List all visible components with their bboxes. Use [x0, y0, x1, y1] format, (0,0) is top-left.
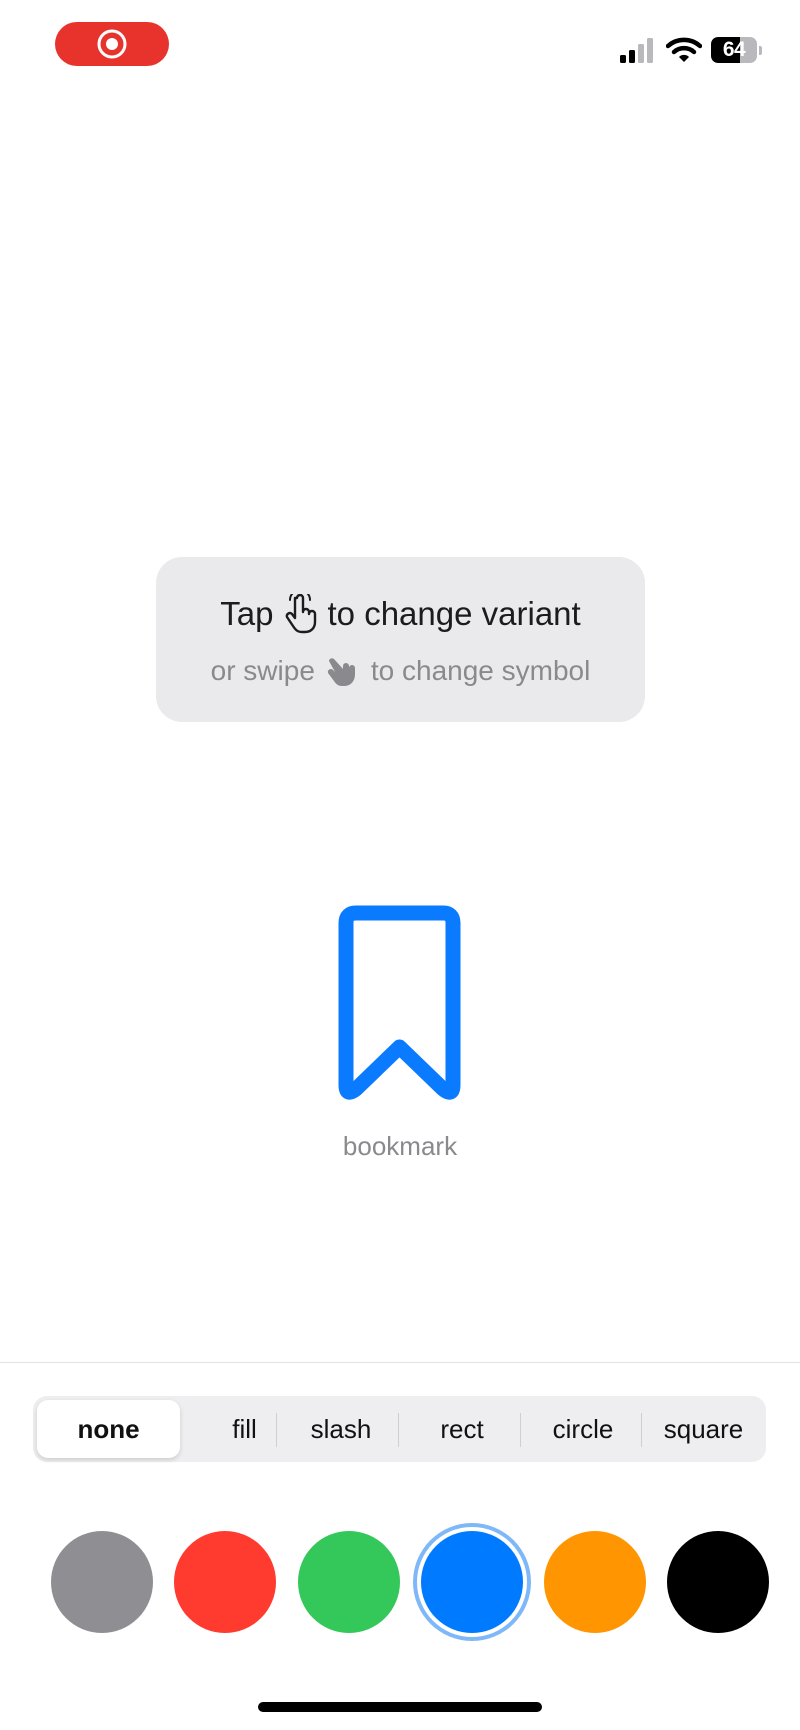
- segment-separator: [276, 1413, 277, 1447]
- hint-swipe-suffix: to change symbol: [370, 655, 591, 686]
- battery-level: 64: [722, 38, 746, 61]
- segment-separator: [641, 1413, 642, 1447]
- variant-segmented-control: none fill slash rect circle square: [33, 1396, 766, 1462]
- screen-recording-indicator[interactable]: [55, 22, 169, 66]
- hand-tap-icon: [285, 594, 316, 634]
- hint-tap-prefix: Tap: [220, 595, 274, 632]
- battery-indicator: 64: [711, 37, 763, 63]
- color-swatch-gray[interactable]: [51, 1531, 153, 1633]
- wifi-icon: [666, 37, 702, 62]
- color-swatch-black[interactable]: [667, 1531, 769, 1633]
- bookmark-icon[interactable]: [334, 901, 465, 1106]
- symbol-name: bookmark: [342, 1131, 458, 1161]
- cellular-signal-icon: [620, 38, 653, 63]
- hint-tap-line: Tap to change variant: [156, 594, 645, 634]
- variant-none[interactable]: none: [37, 1400, 180, 1458]
- status-bar: 64: [0, 0, 800, 90]
- variant-circle[interactable]: circle: [523, 1400, 643, 1458]
- color-swatch-green[interactable]: [298, 1531, 400, 1633]
- record-icon: [97, 29, 127, 59]
- color-swatch-blue[interactable]: [421, 1531, 523, 1633]
- hint-swipe-line: or swipe to change symbol: [156, 655, 645, 687]
- home-indicator[interactable]: [258, 1702, 542, 1712]
- screen: 64 Tap to change variant or swipe to cha…: [0, 0, 800, 1730]
- hint-tap-suffix: to change variant: [327, 595, 581, 632]
- segment-separator: [398, 1413, 399, 1447]
- hint-card: Tap to change variant or swipe to change…: [156, 557, 645, 722]
- divider: [0, 1362, 800, 1363]
- color-swatch-red[interactable]: [174, 1531, 276, 1633]
- hand-swipe-icon: [327, 658, 355, 686]
- variant-rect[interactable]: rect: [403, 1400, 521, 1458]
- segment-separator: [520, 1413, 521, 1447]
- variant-slash[interactable]: slash: [281, 1400, 401, 1458]
- color-swatch-orange[interactable]: [544, 1531, 646, 1633]
- variant-square[interactable]: square: [645, 1400, 762, 1458]
- hint-swipe-prefix: or swipe: [210, 655, 315, 686]
